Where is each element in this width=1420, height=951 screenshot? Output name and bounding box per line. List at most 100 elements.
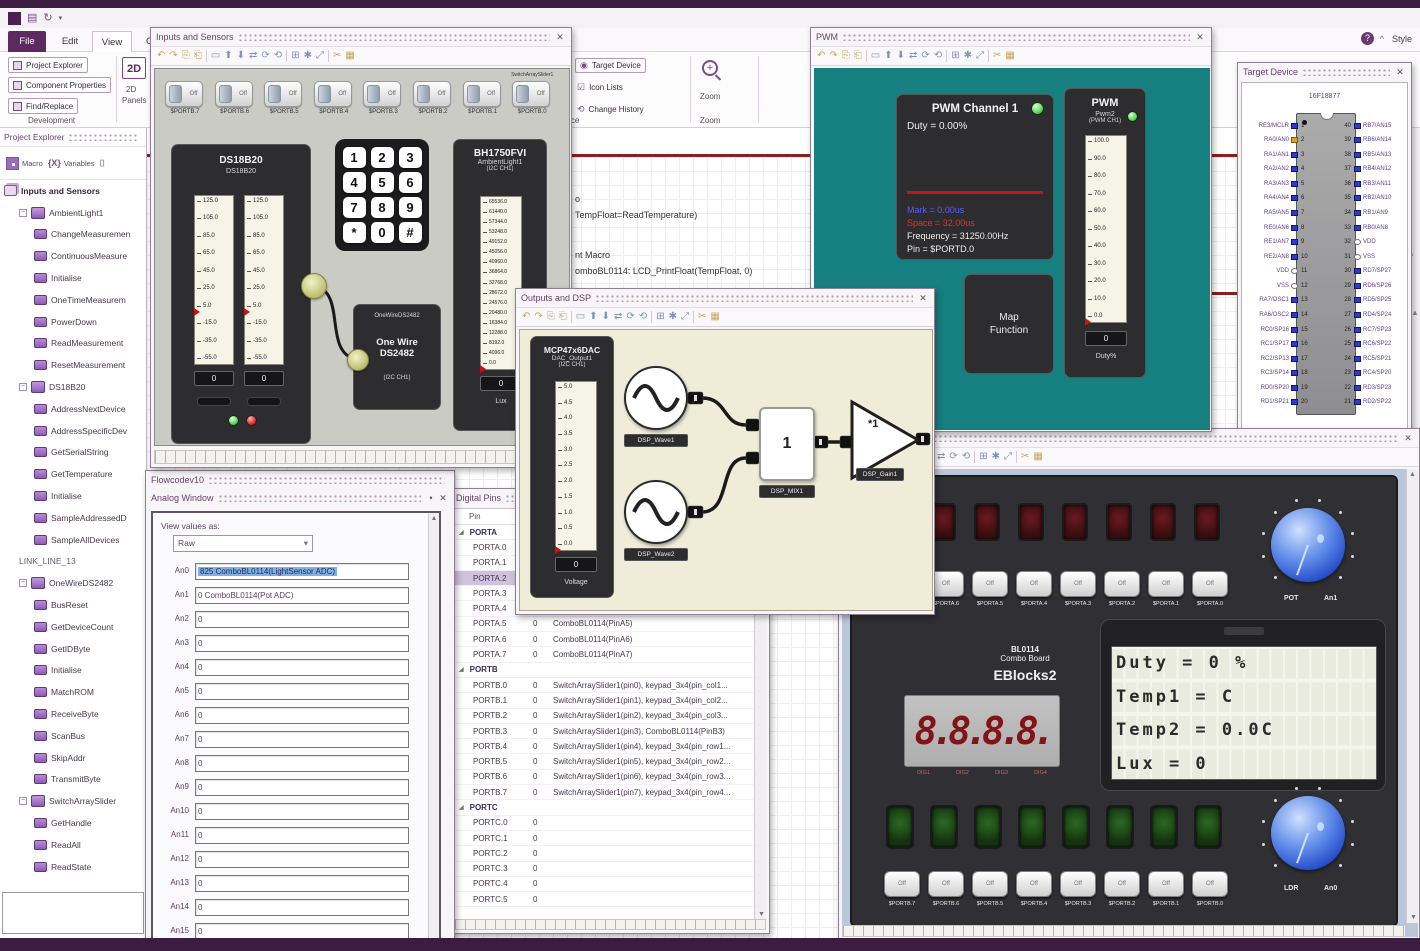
switch-$PORTB.2[interactable]: Off bbox=[413, 81, 451, 107]
delete-icon[interactable]: ▦ bbox=[1005, 50, 1014, 62]
board-switch-$PORTB.0[interactable]: Off bbox=[1192, 871, 1228, 897]
configure-icon[interactable]: ✱ bbox=[992, 451, 1000, 463]
undo-icon[interactable]: ↶ bbox=[817, 50, 825, 62]
keypad-key-0[interactable]: 0 bbox=[370, 222, 394, 243]
align-icon[interactable]: ⊞ bbox=[979, 451, 987, 463]
raise-icon[interactable]: ⬆ bbox=[224, 50, 232, 62]
pin-row-PORTB.5[interactable]: PORTB.5 0 SwitchArraySlider1(pin5), keypad… bbox=[455, 754, 755, 770]
save-icon[interactable]: ▤ bbox=[27, 12, 37, 24]
board-switch-$PORTA.5[interactable]: Off bbox=[972, 571, 1008, 597]
pin-row-PORTB[interactable]: ◢ PORTB bbox=[455, 663, 755, 678]
cut-icon[interactable]: ✂ bbox=[993, 50, 1001, 62]
pin-row-PORTC[interactable]: ◢ PORTC bbox=[455, 800, 755, 816]
tree-item-skipaddr[interactable]: SkipAddr bbox=[0, 747, 146, 769]
expander-icon[interactable]: − bbox=[19, 208, 27, 217]
find-replace-button[interactable]: Find/Replace bbox=[8, 98, 79, 114]
pin-row-PORTB.0[interactable]: PORTB.0 0 SwitchArraySlider1(pin0), keypad… bbox=[455, 678, 755, 694]
analog-field-An2[interactable]: 0 bbox=[195, 611, 409, 628]
switch-$PORTB.4[interactable]: Off bbox=[313, 81, 352, 107]
close-icon[interactable]: ✕ bbox=[917, 293, 929, 304]
undo-icon[interactable]: ↶ bbox=[157, 50, 165, 62]
dac-slider[interactable]: 5.0 4.5 4.0 3.5 3.0 2.5 2.0 1.5 1.0 0.5 0.0 bbox=[555, 381, 597, 554]
tree-item-getserialstring[interactable]: GetSerialString bbox=[0, 442, 146, 464]
resize-icon[interactable]: ⤢ bbox=[976, 50, 984, 62]
rotate-ccw-icon[interactable]: ⟲ bbox=[639, 311, 647, 323]
map-function-box[interactable]: Map Function bbox=[964, 274, 1054, 374]
macro-toolbar-button[interactable]: Macro bbox=[6, 156, 43, 170]
tree-item-powerdown[interactable]: PowerDown bbox=[0, 311, 146, 333]
undo-icon[interactable]: ↶ bbox=[522, 311, 530, 323]
tree-item-resetmeasurement[interactable]: ResetMeasurement bbox=[0, 354, 146, 376]
minimize-icon[interactable]: • bbox=[425, 493, 437, 503]
view-icon-lists-toggle[interactable]: ☑ Icon Lists bbox=[577, 82, 623, 93]
copy-icon[interactable]: ⎘ bbox=[842, 50, 850, 62]
help-icon[interactable]: ? bbox=[1361, 32, 1374, 45]
tree-item-link-line-13[interactable]: LINK_LINE_13 bbox=[0, 551, 146, 573]
analog-field-An12[interactable]: 0 bbox=[195, 851, 409, 868]
pin-row-PORTC.0[interactable]: PORTC.0 0 bbox=[455, 816, 755, 831]
select-icon[interactable]: ▭ bbox=[871, 50, 880, 62]
pin-row-PORTA.7[interactable]: PORTA.7 0 ComboBL0114(PinA7) bbox=[455, 647, 755, 663]
board-switch-$PORTB.3[interactable]: Off bbox=[1060, 871, 1096, 897]
redo-icon[interactable]: ↷ bbox=[534, 311, 542, 323]
resize-icon[interactable]: ⤢ bbox=[681, 311, 689, 323]
rotate-cw-icon[interactable]: ⟳ bbox=[921, 50, 929, 62]
rotate-ccw-icon[interactable]: ⟲ bbox=[934, 50, 942, 62]
analog-field-An8[interactable]: 0 bbox=[195, 755, 409, 772]
ds18b20-slider-1[interactable]: 125.0 105.0 85.0 65.0 45.0 25.0 5.0 -15.0 -35.0-… bbox=[194, 195, 234, 365]
pin-row-PORTC.3[interactable]: PORTC.3 0 bbox=[455, 862, 755, 877]
ds18b20-slider-2[interactable]: 125.0 105.0 85.0 65.0 45.0 25.0 5.0 -15.0 -35.0-… bbox=[244, 195, 284, 365]
analog-field-An10[interactable]: 0 bbox=[195, 803, 409, 820]
swap-icon[interactable]: ⇄ bbox=[249, 50, 257, 62]
rotate-cw-icon[interactable]: ⟳ bbox=[949, 451, 957, 463]
expander-icon[interactable]: ◢ bbox=[459, 529, 464, 536]
ribbon-collapse-icon[interactable]: ^ bbox=[1380, 34, 1384, 44]
analog-field-An6[interactable]: 0 bbox=[195, 707, 409, 724]
tree-item-gethandle[interactable]: GetHandle bbox=[0, 812, 146, 834]
board-switch-$PORTB.2[interactable]: Off bbox=[1104, 871, 1140, 897]
expander-icon[interactable]: ◢ bbox=[459, 804, 464, 811]
tree-item-addressspecificdev[interactable]: AddressSpecificDev bbox=[0, 420, 146, 442]
dsp-mix-node[interactable]: 1 bbox=[759, 407, 815, 481]
analog-field-An4[interactable]: 0 bbox=[195, 659, 409, 676]
variables-toolbar-button[interactable]: {X} Variables bbox=[48, 158, 95, 168]
component-properties-button[interactable]: Component Properties bbox=[8, 77, 112, 93]
digital-hruler[interactable] bbox=[454, 919, 766, 930]
tab-view[interactable]: View bbox=[92, 31, 132, 52]
keypad-key-5[interactable]: 5 bbox=[370, 172, 394, 193]
align-icon[interactable]: ⊞ bbox=[291, 50, 299, 62]
delete-icon[interactable]: ▦ bbox=[1033, 451, 1042, 463]
zoom-icon[interactable]: + bbox=[702, 60, 718, 76]
tree-item-switcharrayslider[interactable]: − SwitchArraySlider bbox=[0, 790, 146, 812]
tree-item-gettemperature[interactable]: GetTemperature bbox=[0, 463, 146, 485]
app-icon[interactable] bbox=[8, 11, 21, 25]
analog-field-An13[interactable]: 0 bbox=[195, 875, 409, 892]
tree-item-initialise[interactable]: Initialise bbox=[0, 267, 146, 289]
rotate-cw-icon[interactable]: ⟳ bbox=[626, 311, 634, 323]
paste-icon[interactable]: ⎗ bbox=[854, 50, 862, 62]
tree-item-scanbus[interactable]: ScanBus bbox=[0, 725, 146, 747]
rotate-ccw-icon[interactable]: ⟲ bbox=[962, 451, 970, 463]
tab-file[interactable]: File bbox=[8, 31, 46, 52]
raise-icon[interactable]: ⬆ bbox=[589, 311, 597, 323]
align-icon[interactable]: ⊞ bbox=[656, 311, 664, 323]
rotate-ccw-icon[interactable]: ⟲ bbox=[274, 50, 282, 62]
resize-icon[interactable]: ⤢ bbox=[316, 50, 324, 62]
raise-icon[interactable]: ⬆ bbox=[884, 50, 892, 62]
analog-field-An0[interactable]: 825 ComboBL0114(LightSensor ADC) bbox=[195, 563, 409, 580]
switch-$PORTB.0[interactable]: Off bbox=[512, 81, 551, 107]
pin-row-PORTB.1[interactable]: PORTB.1 0 SwitchArraySlider1(pin1), keypad… bbox=[455, 693, 755, 709]
board-hruler[interactable] bbox=[842, 925, 1406, 937]
pin-row-PORTB.2[interactable]: PORTB.2 0 SwitchArraySlider1(pin2), keypad… bbox=[455, 709, 755, 724]
tree-item-initialise[interactable]: Initialise bbox=[0, 660, 146, 682]
switch-$PORTB.6[interactable]: Off bbox=[214, 81, 253, 107]
keypad-key-#[interactable]: # bbox=[398, 222, 422, 243]
expander-icon[interactable]: ◢ bbox=[459, 666, 464, 673]
pwm-duty-slider[interactable]: 100.0 90.0 80.0 70.0 60.0 50.0 40.0 30.0 20.0 10.… bbox=[1085, 135, 1127, 326]
tree-item-ambientlight1[interactable]: − AmbientLight1 bbox=[0, 202, 146, 224]
ldr-knob[interactable] bbox=[1258, 783, 1358, 883]
paste-icon[interactable]: ⎗ bbox=[194, 50, 202, 62]
swap-icon[interactable]: ⇄ bbox=[937, 451, 945, 463]
pin-row-PORTB.7[interactable]: PORTB.7 0 SwitchArraySlider1(pin7), keypad… bbox=[455, 785, 755, 801]
configure-icon[interactable]: ✱ bbox=[964, 50, 972, 62]
